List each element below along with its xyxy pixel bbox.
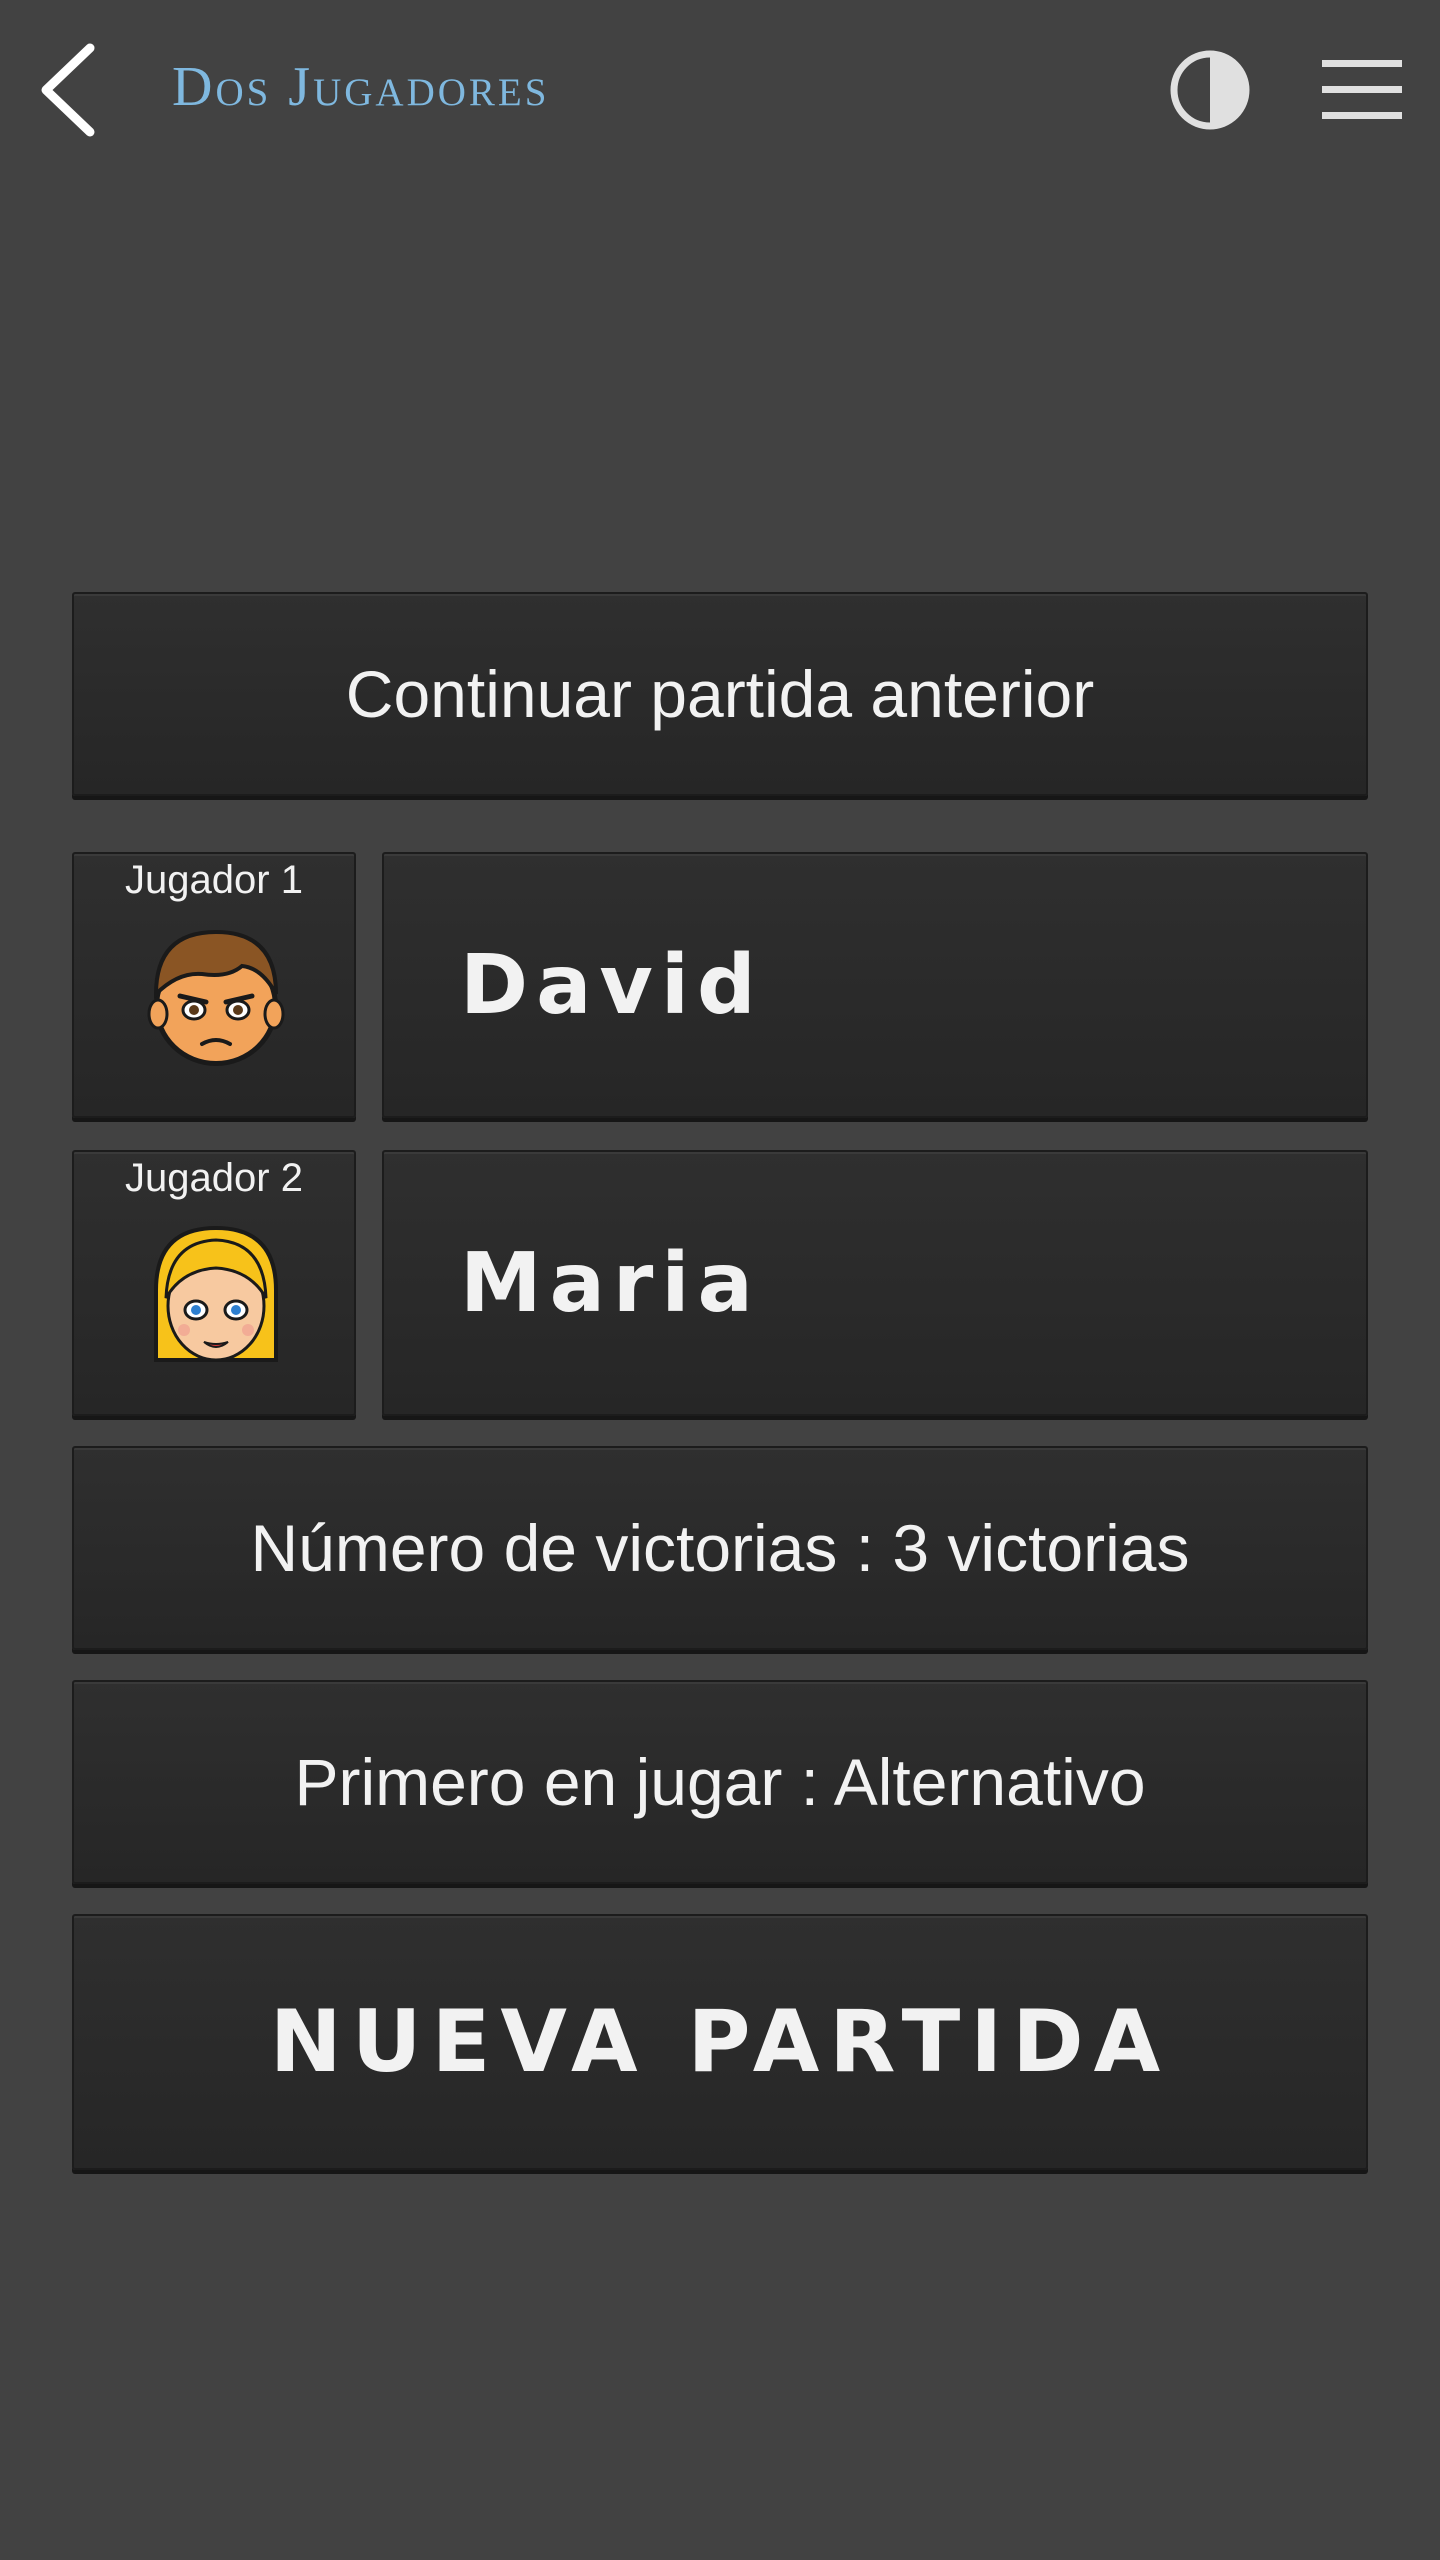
- player2-name-field[interactable]: Maria: [382, 1150, 1368, 1416]
- back-arrow-icon: [41, 43, 95, 137]
- player2-avatar-button[interactable]: Jugador 2: [72, 1150, 356, 1416]
- player2-name: Maria: [460, 1235, 761, 1331]
- new-game-label: NUEVA PARTIDA: [269, 1992, 1171, 2092]
- player1-avatar-button[interactable]: Jugador 1: [72, 852, 356, 1118]
- contrast-icon: [1170, 50, 1250, 130]
- victories-label: Número de victorias : 3 victorias: [250, 1511, 1190, 1585]
- first-player-label: Primero en jugar : Alternativo: [294, 1745, 1146, 1819]
- girl-avatar-icon: [154, 1225, 278, 1362]
- contrast-button[interactable]: [1168, 48, 1252, 132]
- hamburger-menu-icon: [1322, 60, 1402, 119]
- player1-name: David: [460, 937, 764, 1033]
- victories-selector[interactable]: Número de victorias : 3 victorias: [72, 1446, 1368, 1650]
- first-player-selector[interactable]: Primero en jugar : Alternativo: [72, 1680, 1368, 1884]
- new-game-button[interactable]: NUEVA PARTIDA: [72, 1914, 1368, 2170]
- app-bar: Dos Jugadores: [0, 0, 1440, 176]
- continue-game-label: Continuar partida anterior: [345, 657, 1095, 731]
- player2-label: Jugador 2: [125, 1156, 303, 1200]
- menu-button[interactable]: [1320, 56, 1404, 124]
- player1-label: Jugador 1: [125, 858, 303, 902]
- page-title: Dos Jugadores: [172, 56, 550, 118]
- player1-name-field[interactable]: David: [382, 852, 1368, 1118]
- continue-game-button[interactable]: Continuar partida anterior: [72, 592, 1368, 796]
- back-button[interactable]: [30, 40, 110, 140]
- boy-avatar-icon: [147, 929, 285, 1066]
